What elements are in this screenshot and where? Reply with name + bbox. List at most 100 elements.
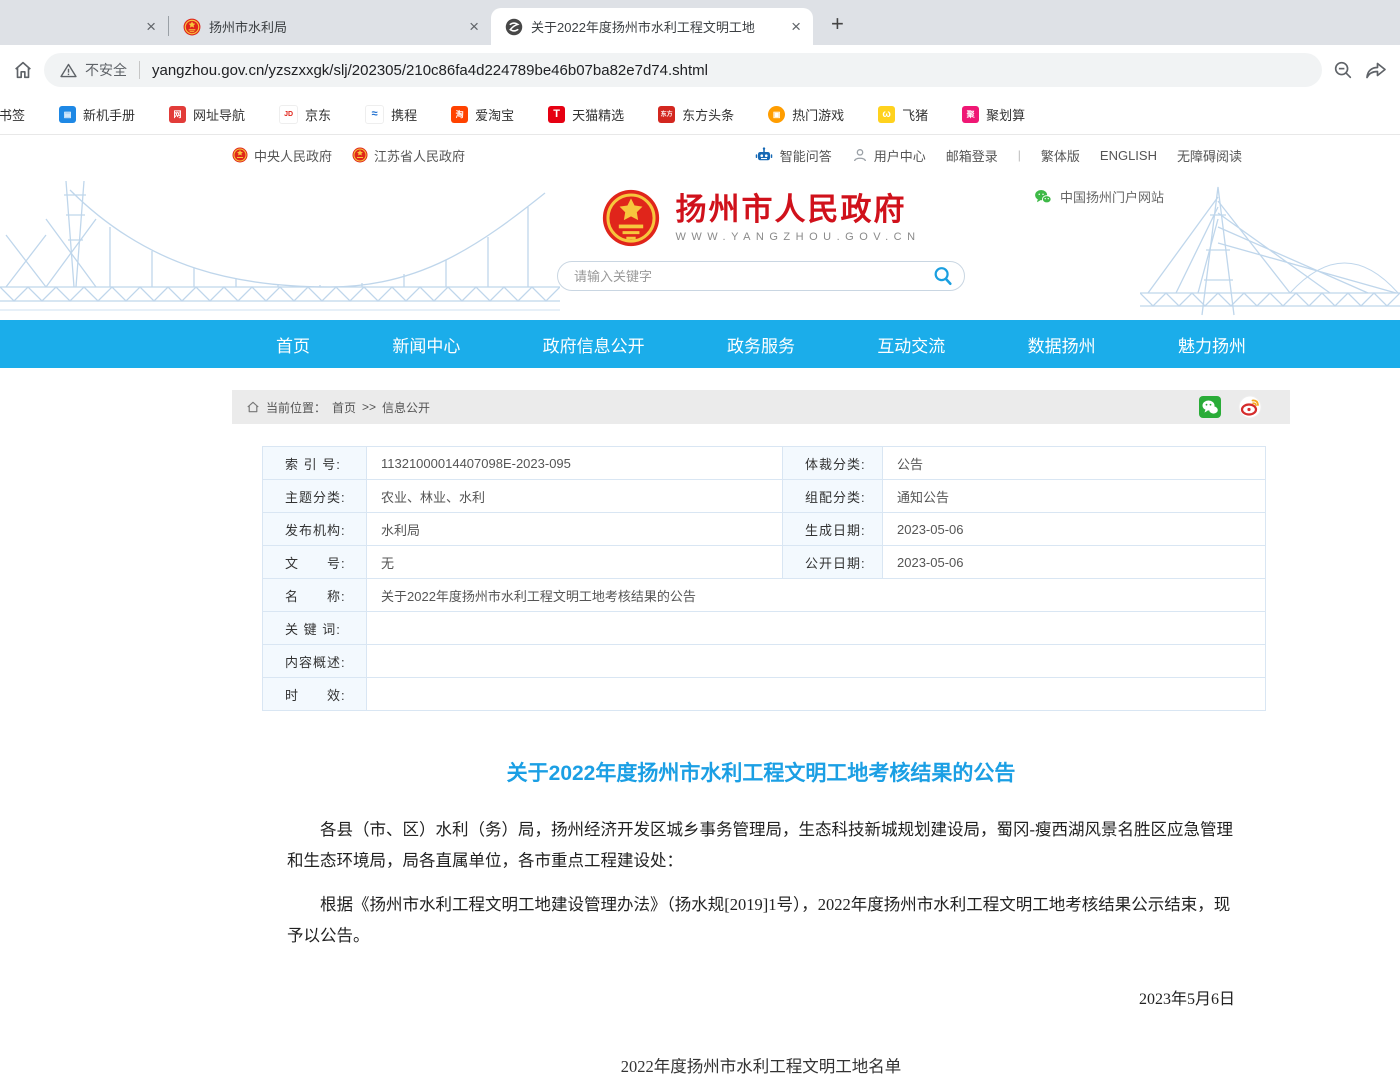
site-search <box>557 261 965 291</box>
bookmark-phone[interactable]: 机书签 <box>0 105 25 124</box>
link-traditional[interactable]: 繁体版 <box>1041 146 1080 165</box>
link-label: 中央人民政府 <box>254 146 332 165</box>
table-value: 通知公告 <box>883 480 1266 513</box>
table-value: 水利局 <box>367 513 783 546</box>
address-bar[interactable]: 不安全 yangzhou.gov.cn/yzszxxgk/slj/202305/… <box>44 53 1322 87</box>
table-value: 公告 <box>883 447 1266 480</box>
table-label: 发布机构: <box>263 513 367 546</box>
site-domain: WWW.YANGZHOU.GOV.CN <box>675 231 920 243</box>
link-english[interactable]: ENGLISH <box>1100 148 1157 163</box>
link-user-center[interactable]: 用户中心 <box>852 146 926 165</box>
bookmark-label: 东方头条 <box>682 105 734 124</box>
browser-tab-bar: × 扬州市水利局 × 关于2022年度扬州市水利工程文明工地 × + <box>0 0 1400 45</box>
site-banner: 扬州市人民政府 WWW.YANGZHOU.GOV.CN 中国扬州门户网站 <box>0 175 1400 320</box>
search-icon[interactable] <box>932 265 954 287</box>
utility-divider: | <box>1018 148 1021 162</box>
wechat-share-icon[interactable] <box>1198 395 1222 419</box>
site-logo[interactable]: 扬州市人民政府 WWW.YANGZHOU.GOV.CN <box>232 175 1290 248</box>
site-name: 扬州市人民政府 <box>675 193 920 227</box>
zoom-out-icon[interactable] <box>1332 59 1354 81</box>
bookmark-ctrip[interactable]: ≈ 携程 <box>365 105 417 124</box>
table-value: 2023-05-06 <box>883 513 1266 546</box>
bookmark-jd[interactable]: JD 京东 <box>279 105 331 124</box>
document-info-table: 索 引 号: 11321000014407098E-2023-095 体裁分类:… <box>262 446 1266 711</box>
portal-link[interactable]: 中国扬州门户网站 <box>1033 187 1164 206</box>
breadcrumb-current-link[interactable]: 信息公开 <box>382 399 430 416</box>
bookmark-label: 机书签 <box>0 105 25 124</box>
article-list-title: 2022年度扬州市水利工程文明工地名单 <box>287 1053 1235 1077</box>
bookmark-favicon: ω <box>878 106 895 123</box>
gov-emblem-icon <box>352 147 368 163</box>
nav-item-services[interactable]: 政务服务 <box>727 332 795 357</box>
share-icon[interactable] <box>1364 58 1388 82</box>
security-label: 不安全 <box>85 60 127 80</box>
link-accessibility[interactable]: 无障碍阅读 <box>1177 146 1242 165</box>
link-label: 邮箱登录 <box>946 146 998 165</box>
nav-item-interaction[interactable]: 互动交流 <box>877 332 945 357</box>
table-label: 文 号: <box>263 546 367 579</box>
nav-item-home[interactable]: 首页 <box>276 332 310 357</box>
bookmark-favicon: 网 <box>169 106 186 123</box>
link-jiangsu-gov[interactable]: 江苏省人民政府 <box>352 146 465 165</box>
tab-title: 扬州市水利局 <box>209 17 459 36</box>
tab-1[interactable]: 扬州市水利局 × <box>169 8 491 45</box>
table-label: 名 称: <box>263 579 367 612</box>
article-paragraph: 各县（市、区）水利（务）局，扬州经济开发区城乡事务管理局，生态科技新城规划建设局… <box>287 815 1235 876</box>
table-label: 体裁分类: <box>783 447 883 480</box>
bookmark-tmall[interactable]: T 天猫精选 <box>548 105 624 124</box>
article: 关于2022年度扬州市水利工程文明工地考核结果的公告 各县（市、区）水利（务）局… <box>232 757 1290 1077</box>
link-mail-login[interactable]: 邮箱登录 <box>946 146 998 165</box>
bookmark-favicon: 淘 <box>451 106 468 123</box>
bookmark-fliggy[interactable]: ω 飞猪 <box>878 105 928 124</box>
article-paragraph: 根据《扬州市水利工程文明工地建设管理办法》（扬水规[2019]1号），2022年… <box>287 890 1235 951</box>
portal-label: 中国扬州门户网站 <box>1060 187 1164 206</box>
link-smart-qa[interactable]: 智能问答 <box>754 146 832 165</box>
bookmark-label: 新机手册 <box>83 105 135 124</box>
bookmark-nav-site[interactable]: 网 网址导航 <box>169 105 245 124</box>
bookmark-juhuasuan[interactable]: 聚 聚划算 <box>962 105 1025 124</box>
bookmark-favicon: JD <box>279 105 298 124</box>
search-input[interactable] <box>572 268 932 285</box>
link-central-gov[interactable]: 中央人民政府 <box>232 146 332 165</box>
table-label: 组配分类: <box>783 480 883 513</box>
bookmark-games[interactable]: ▣ 热门游戏 <box>768 105 844 124</box>
weibo-share-icon[interactable] <box>1238 395 1262 419</box>
nav-item-news[interactable]: 新闻中心 <box>392 332 460 357</box>
warning-icon <box>60 62 77 79</box>
table-label: 主题分类: <box>263 480 367 513</box>
close-tab-icon[interactable]: × <box>789 18 803 35</box>
bookmark-label: 爱淘宝 <box>475 105 514 124</box>
bookmark-toutiao[interactable]: 东方 东方头条 <box>658 105 734 124</box>
breadcrumb-prefix: 当前位置： <box>266 399 326 416</box>
bookmark-favicon: T <box>548 106 565 123</box>
national-emblem-icon <box>601 188 661 248</box>
link-label: 智能问答 <box>780 146 832 165</box>
bookmark-label: 京东 <box>305 105 331 124</box>
bookmark-taobao[interactable]: 淘 爱淘宝 <box>451 105 514 124</box>
breadcrumb-separator: >> <box>362 400 376 414</box>
bookmark-label: 携程 <box>391 105 417 124</box>
breadcrumb: 当前位置： 首页 >> 信息公开 <box>232 390 1290 424</box>
table-label: 关 键 词: <box>263 612 367 645</box>
new-tab-button[interactable]: + <box>831 13 844 35</box>
main-nav: 首页 新闻中心 政府信息公开 政务服务 互动交流 数据扬州 魅力扬州 <box>0 320 1400 368</box>
link-label: 江苏省人民政府 <box>374 146 465 165</box>
link-label: ENGLISH <box>1100 148 1157 163</box>
table-value: 无 <box>367 546 783 579</box>
table-value <box>367 678 1266 711</box>
close-tab-icon[interactable]: × <box>144 18 158 35</box>
table-value: 11321000014407098E-2023-095 <box>367 447 783 480</box>
close-tab-icon[interactable]: × <box>467 18 481 35</box>
site-utility-bar: 中央人民政府 江苏省人民政府 智能问答 <box>0 135 1400 175</box>
home-icon[interactable] <box>12 59 34 81</box>
nav-item-info-disclosure[interactable]: 政府信息公开 <box>543 332 645 357</box>
nav-item-data[interactable]: 数据扬州 <box>1028 332 1096 357</box>
tab-2-active[interactable]: 关于2022年度扬州市水利工程文明工地 × <box>491 8 813 45</box>
nav-item-charm[interactable]: 魅力扬州 <box>1178 332 1246 357</box>
bookmark-manual[interactable]: ▤ 新机手册 <box>59 105 135 124</box>
site-favicon <box>505 18 523 36</box>
breadcrumb-home-link[interactable]: 首页 <box>332 399 356 416</box>
content-area: 当前位置： 首页 >> 信息公开 索 引 号: 1132100001440709… <box>232 390 1290 1077</box>
table-value: 关于2022年度扬州市水利工程文明工地考核结果的公告 <box>367 579 1266 612</box>
tab-0-partial[interactable]: × <box>0 8 168 45</box>
